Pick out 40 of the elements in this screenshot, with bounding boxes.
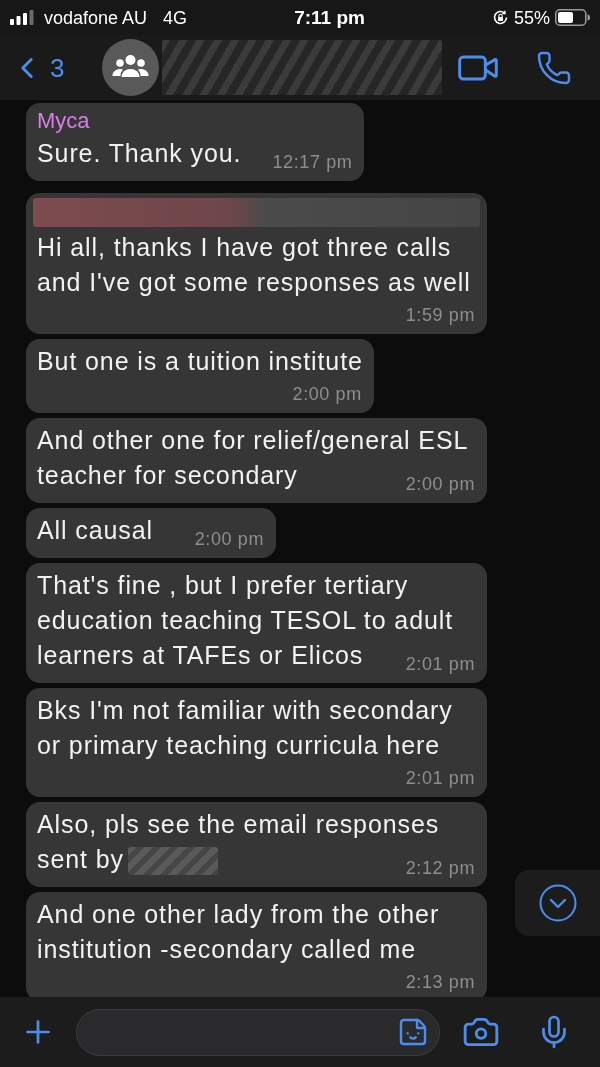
message-input-field[interactable] — [76, 1008, 440, 1056]
message-text: That's fine , but I prefer tertiary — [37, 571, 409, 599]
message-text: or primary teaching curricula here — [37, 731, 440, 759]
back-button[interactable]: 3 — [10, 50, 65, 85]
message-text: Bks I'm not familiar with secondary — [37, 696, 453, 724]
message-text: learners at TAFEs or Elicos — [37, 641, 364, 669]
message-time: 2:01 pm — [405, 767, 475, 789]
group-avatar-icon[interactable] — [102, 39, 160, 96]
message-time: 1:59 pm — [405, 304, 475, 326]
rotation-lock-icon — [491, 9, 509, 26]
chevron-down-circle-icon — [538, 884, 577, 922]
battery-percent: 55% — [513, 6, 550, 29]
message-text: and I've got some responses as well — [37, 268, 471, 296]
message-time: 2:13 pm — [405, 971, 475, 993]
sender-name: Myca — [37, 108, 90, 133]
scroll-down-button[interactable] — [515, 870, 600, 936]
message-time: 2:12 pm — [405, 857, 475, 879]
signal-icon — [10, 10, 34, 25]
sticker-icon[interactable] — [397, 1016, 429, 1048]
message-text: But one is a tuition institute — [37, 347, 363, 375]
message-text: And one other lady from the other — [37, 900, 440, 928]
battery-icon — [555, 9, 590, 26]
message-text: And other one for relief/general ESL — [37, 426, 469, 454]
clock-time: 7:11 pm — [294, 6, 365, 29]
message-text: education teaching TESOL to adult — [37, 606, 454, 634]
message-text: sent by — [37, 845, 124, 873]
message-time: 2:00 pm — [292, 383, 362, 405]
message-time: 2:01 pm — [405, 653, 475, 675]
message-text: Hi all, thanks I have got three calls — [37, 233, 452, 261]
message-text: All causal — [37, 516, 153, 544]
message-time: 12:17 pm — [272, 151, 353, 173]
message-text: Also, pls see the email responses — [37, 810, 440, 838]
message-time: 2:00 pm — [194, 528, 264, 550]
message-text: Sure. Thank you. — [37, 139, 242, 167]
carrier-name: vodafone AU — [44, 6, 148, 29]
message-text: institution -secondary called me — [37, 935, 416, 963]
phone-icon[interactable] — [536, 49, 572, 86]
message-time: 2:00 pm — [405, 473, 475, 495]
network-type: 4G — [163, 6, 188, 29]
message-text: teacher for secondary — [37, 461, 298, 489]
